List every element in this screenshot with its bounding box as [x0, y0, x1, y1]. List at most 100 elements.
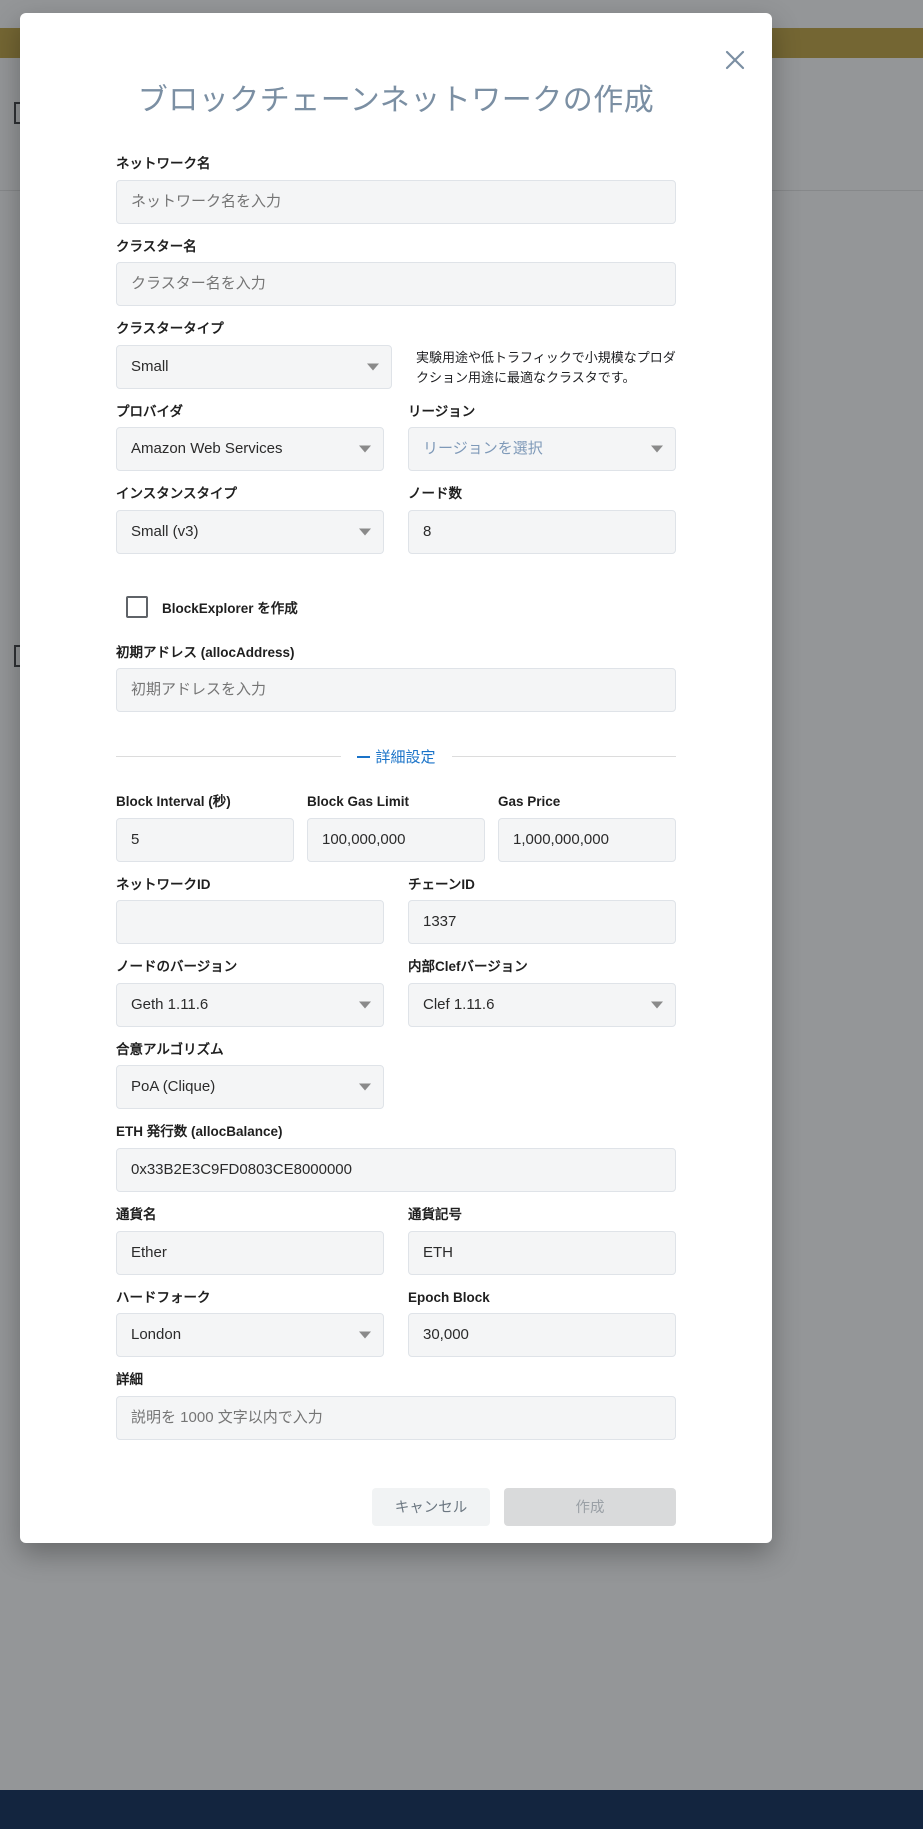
chevron-down-icon — [359, 528, 371, 536]
cancel-button[interactable]: キャンセル — [372, 1487, 490, 1526]
provider-select[interactable]: Amazon Web Services — [116, 427, 384, 472]
gas-price-input[interactable]: 1,000,000,000 — [498, 817, 676, 862]
field-block-interval: Block Interval (秒) 5 — [116, 793, 294, 862]
background-footer-bar — [0, 1790, 923, 1829]
field-node-count: ノード数 8 — [408, 485, 676, 554]
label-epoch-block: Epoch Block — [408, 1289, 490, 1305]
block-interval-input[interactable]: 5 — [116, 817, 294, 862]
label-currency-name: 通貨名 — [116, 1207, 157, 1223]
row-block-params: Block Interval (秒) 5 Block Gas Limit 100… — [116, 793, 676, 876]
currency-symbol-input[interactable]: ETH — [408, 1230, 676, 1275]
chevron-down-icon — [359, 445, 371, 453]
label-node-version: ノードのバージョン — [116, 959, 238, 975]
field-block-gas-limit: Block Gas Limit 100,000,000 — [307, 793, 485, 862]
label-cluster-type: クラスタータイプ — [116, 321, 224, 337]
close-icon[interactable] — [714, 39, 756, 81]
label-clef-version: 内部Clefバージョン — [408, 959, 528, 975]
chevron-down-icon — [359, 1083, 371, 1091]
field-currency-name: 通貨名 Ether — [116, 1206, 384, 1275]
region-value: リージョンを選択 — [423, 440, 543, 458]
field-instance-type: インスタンスタイプ Small (v3) — [116, 485, 384, 554]
field-hardfork: ハードフォーク London — [116, 1289, 384, 1358]
advanced-settings-label-wrap[interactable]: 詳細設定 — [341, 746, 452, 767]
row-hardfork-epoch: ハードフォーク London Epoch Block 30,000 — [116, 1289, 676, 1372]
description-input[interactable] — [116, 1395, 676, 1440]
clef-version-select[interactable]: Clef 1.11.6 — [408, 982, 676, 1027]
dialog-form: ネットワーク名 クラスター名 クラスタータイプ Small — [20, 129, 772, 1440]
node-count-input[interactable]: 8 — [408, 509, 676, 554]
instance-type-select[interactable]: Small (v3) — [116, 509, 384, 554]
field-chain-id: チェーンID 1337 — [408, 876, 676, 945]
field-cluster-name: クラスター名 — [116, 238, 676, 307]
label-currency-symbol: 通貨記号 — [408, 1207, 462, 1223]
label-region: リージョン — [408, 403, 476, 419]
block-explorer-checkbox[interactable] — [126, 595, 148, 618]
label-node-count: ノード数 — [408, 486, 462, 502]
label-hardfork: ハードフォーク — [116, 1289, 211, 1305]
block-explorer-label: BlockExplorer を作成 — [162, 600, 298, 616]
row-versions: ノードのバージョン Geth 1.11.6 内部Clefバージョン Clef 1… — [116, 958, 676, 1041]
label-network-name: ネットワーク名 — [116, 156, 211, 171]
label-consensus: 合意アルゴリズム — [116, 1041, 224, 1057]
chevron-down-icon — [359, 1001, 371, 1009]
label-cluster-name: クラスター名 — [116, 238, 197, 254]
chevron-down-icon — [651, 1001, 663, 1009]
label-block-gas-limit: Block Gas Limit — [307, 794, 410, 810]
field-provider: プロバイダ Amazon Web Services — [116, 403, 384, 472]
label-gas-price: Gas Price — [498, 794, 561, 810]
chain-id-input[interactable]: 1337 — [408, 900, 676, 945]
label-alloc-balance: ETH 発行数 (allocBalance) — [116, 1124, 283, 1140]
region-select[interactable]: リージョンを選択 — [408, 427, 676, 472]
epoch-block-input[interactable]: 30,000 — [408, 1313, 676, 1358]
field-region: リージョン リージョンを選択 — [408, 403, 676, 472]
divider-line-left — [116, 756, 341, 758]
field-node-version: ノードのバージョン Geth 1.11.6 — [116, 958, 384, 1027]
advanced-settings-toggle[interactable]: 詳細設定 — [116, 746, 677, 767]
field-network-id: ネットワークID — [116, 876, 384, 945]
node-version-select[interactable]: Geth 1.11.6 — [116, 982, 384, 1027]
cluster-type-select[interactable]: Small — [116, 344, 392, 389]
chevron-down-icon — [651, 445, 663, 453]
label-description: 詳細 — [116, 1372, 143, 1388]
hardfork-value: London — [131, 1326, 182, 1344]
field-epoch-block: Epoch Block 30,000 — [408, 1289, 676, 1358]
field-cluster-type: クラスタータイプ Small 実験用途や低トラフィックで小規模なプロダクション用… — [116, 320, 676, 389]
dialog-footer: キャンセル 作成 — [20, 1454, 772, 1526]
page-root: ブロックチェーンネットワークの作成 ネットワーク名 クラスター名 クラスタータイ… — [0, 0, 923, 1829]
consensus-select[interactable]: PoA (Clique) — [116, 1065, 384, 1110]
dialog-title: ブロックチェーンネットワークの作成 — [137, 84, 655, 117]
row-provider-region: プロバイダ Amazon Web Services リージョン リージョンを選択 — [116, 403, 676, 486]
network-id-input[interactable] — [116, 900, 384, 945]
provider-value: Amazon Web Services — [131, 440, 283, 458]
field-currency-symbol: 通貨記号 ETH — [408, 1206, 676, 1275]
label-alloc-address: 初期アドレス (allocAddress) — [116, 644, 295, 660]
field-block-explorer: BlockExplorer を作成 — [126, 595, 676, 618]
row-network-chain-id: ネットワークID チェーンID 1337 — [116, 876, 676, 959]
label-provider: プロバイダ — [116, 403, 183, 419]
field-gas-price: Gas Price 1,000,000,000 — [498, 793, 676, 862]
field-clef-version: 内部Clefバージョン Clef 1.11.6 — [408, 958, 676, 1027]
cluster-name-input[interactable] — [116, 262, 676, 307]
label-instance-type: インスタンスタイプ — [116, 486, 237, 502]
field-network-name: ネットワーク名 — [116, 155, 676, 224]
clef-version-value: Clef 1.11.6 — [423, 995, 495, 1013]
alloc-balance-input[interactable]: 0x33B2E3C9FD0803CE8000000 — [116, 1148, 676, 1193]
create-button[interactable]: 作成 — [504, 1487, 676, 1526]
alloc-address-input[interactable] — [116, 668, 676, 713]
field-consensus: 合意アルゴリズム PoA (Clique) — [116, 1041, 384, 1110]
row-consensus: 合意アルゴリズム PoA (Clique) — [116, 1041, 676, 1124]
node-version-value: Geth 1.11.6 — [131, 995, 209, 1013]
cluster-type-description: 実験用途や低トラフィックで小規模なプロダクション用途に最適なクラスタです。 — [416, 349, 676, 385]
field-alloc-address: 初期アドレス (allocAddress) — [116, 644, 676, 713]
chevron-down-icon — [367, 363, 379, 371]
instance-type-value: Small (v3) — [131, 522, 199, 540]
label-network-id: ネットワークID — [116, 876, 211, 892]
cluster-type-value: Small — [131, 357, 169, 375]
chevron-down-icon — [359, 1331, 371, 1339]
currency-name-input[interactable]: Ether — [116, 1230, 384, 1275]
hardfork-select[interactable]: London — [116, 1313, 384, 1358]
field-alloc-balance: ETH 発行数 (allocBalance) 0x33B2E3C9FD0803C… — [116, 1123, 676, 1193]
block-gas-limit-input[interactable]: 100,000,000 — [307, 817, 485, 862]
network-name-input[interactable] — [116, 179, 676, 224]
